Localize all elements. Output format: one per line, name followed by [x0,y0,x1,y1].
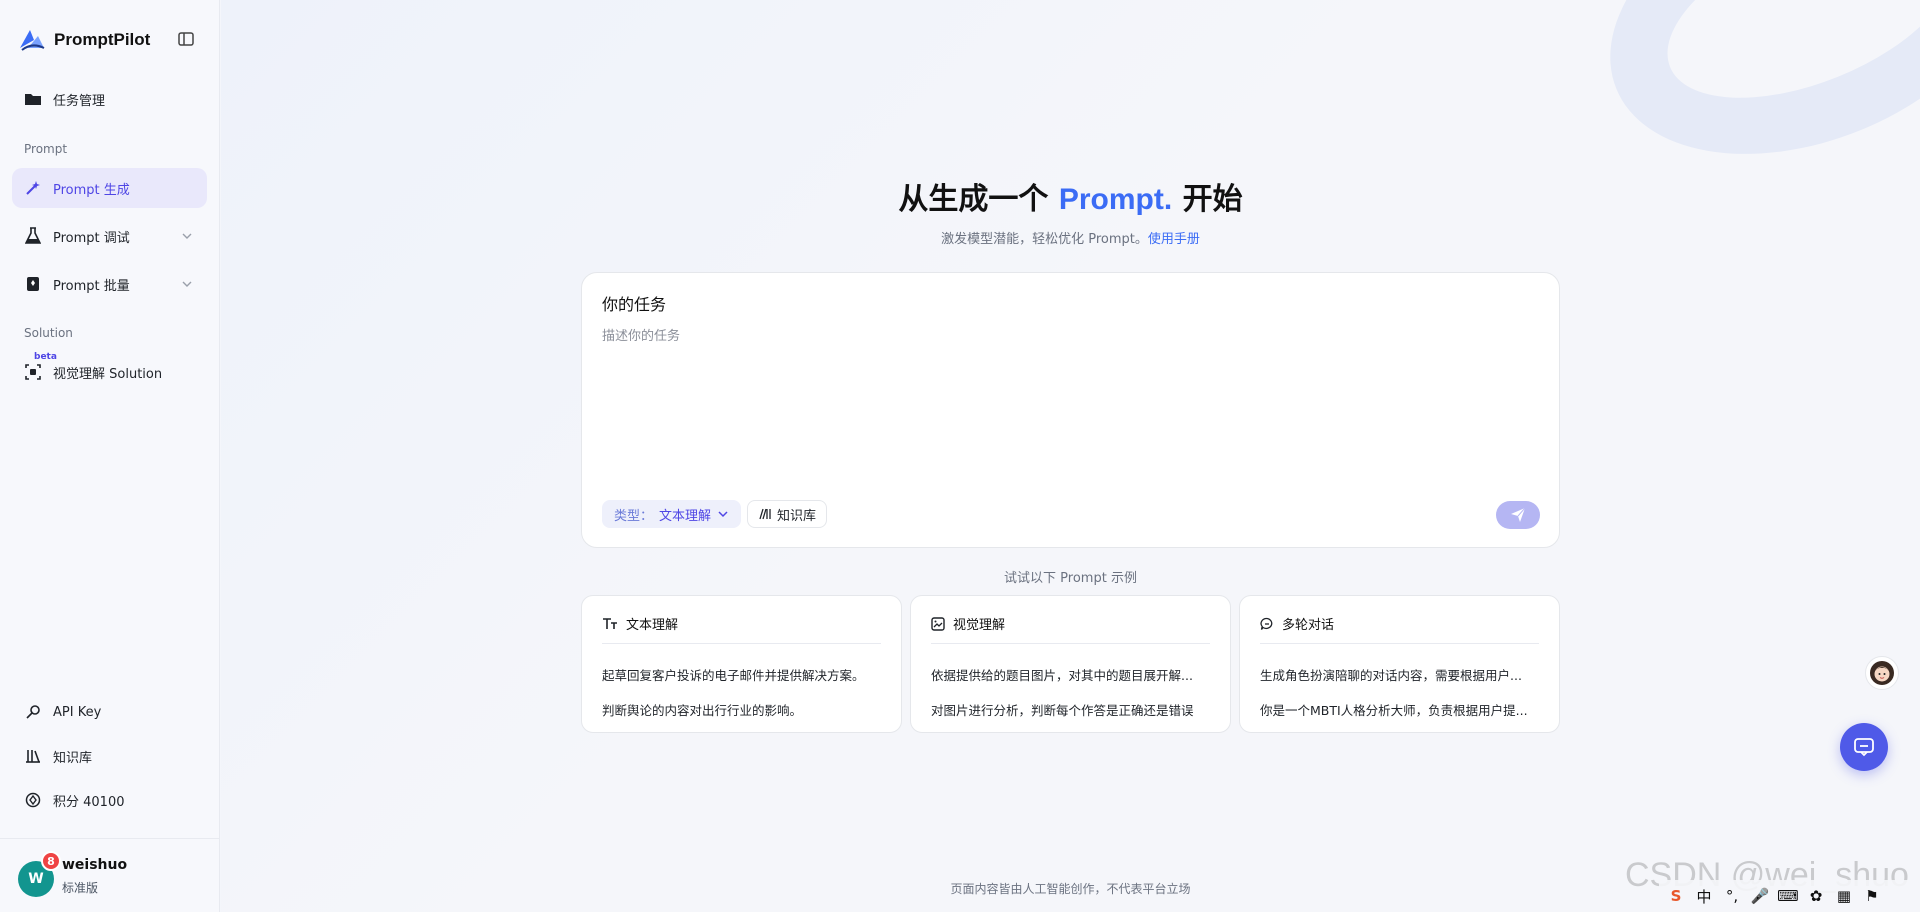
manual-link[interactable]: 使用手册 [1148,232,1200,247]
example-card-title: 视觉理解 [953,618,1006,633]
main-content: 从生成一个 Prompt. 开始 激发模型潜能，轻松优化 Prompt。使用手册… [221,0,1920,912]
sidebar-item-knowledge-base[interactable]: 知识库 [12,736,207,776]
magic-wand-icon [24,179,42,197]
example-prompt-item[interactable]: 对图片进行分析，判断每个作答是正确还是错误 [931,700,1212,719]
ime-logo-icon[interactable]: S [1667,887,1685,905]
example-card-title: 文本理解 [626,618,679,633]
example-card-header: 多轮对话 [1260,614,1334,633]
section-label-prompt: Prompt [24,142,68,156]
divider [1260,643,1539,644]
user-profile[interactable]: W 8 weishuo 标准版 [0,838,220,912]
example-prompt-item[interactable]: 你是一个MBTI人格分析大师，负责根据用户提... [1260,700,1541,719]
sidebar-item-label: 任务管理 [53,93,106,109]
sidebar-item-label: 视觉理解 Solution [53,366,163,382]
sidebar-item-label: API Key [53,704,102,720]
notification-badge: 8 [41,851,61,871]
example-card-title: 多轮对话 [1282,618,1335,633]
assistant-avatar-button[interactable] [1865,656,1899,690]
title-suffix: 开始 [1182,182,1243,217]
scan-box-icon [24,363,42,381]
brand-name: PromptPilot [54,30,151,49]
books-icon [759,508,771,520]
knowledge-base-button[interactable]: 知识库 [747,500,828,528]
example-prompt-item[interactable]: 起草回复客户投诉的电子邮件并提供解决方案。 [602,665,883,684]
sidebar-collapse-button[interactable] [176,30,198,50]
skin-icon[interactable]: ✿ [1807,887,1825,905]
page-subtitle: 激发模型潜能，轻松优化 Prompt。使用手册 [221,228,1920,247]
sidebar-item-label: 知识库 [53,750,93,766]
key-icon [24,703,42,721]
toolbox-icon[interactable]: ▦ [1835,887,1853,905]
task-input[interactable] [602,325,1542,465]
ime-language-toggle[interactable]: 中 [1695,886,1713,907]
task-label: 你的任务 [602,295,667,314]
sidebar-item-label: Prompt 批量 [53,278,130,294]
microphone-icon[interactable]: 🎤 [1751,887,1770,905]
chat-bubble-icon [1260,617,1273,630]
user-plan: 标准版 [62,881,99,895]
knowledge-base-label: 知识库 [777,508,817,524]
example-card-text[interactable]: 文本理解 起草回复客户投诉的电子邮件并提供解决方案。 判断舆论的内容对出行行业的… [581,595,902,733]
sidebar-item-prompt-generate[interactable]: Prompt 生成 [12,168,207,208]
paper-plane-icon [1511,507,1526,522]
folder-icon [24,90,42,108]
example-prompt-item[interactable]: 判断舆论的内容对出行行业的影响。 [602,700,883,719]
example-card-vision[interactable]: 视觉理解 依据提供给的题目图片，对其中的题目展开解... 对图片进行分析，判断每… [910,595,1231,733]
divider [931,643,1210,644]
chevron-down-icon [182,233,192,239]
punctuation-icon[interactable]: °, [1723,887,1741,905]
sidebar-item-api-key[interactable]: API Key [12,692,207,732]
sidebar-item-prompt-debug[interactable]: Prompt 调试 [12,216,207,256]
send-button[interactable] [1496,501,1540,529]
sidebar-item-label: Prompt 调试 [53,230,130,246]
system-tray: S 中 °, 🎤 ⌨ ✿ ▦ ⚑ [1659,880,1920,912]
chevron-down-icon [182,281,192,287]
example-card-header: 视觉理解 [931,614,1005,633]
coin-icon [24,791,42,809]
flag-icon[interactable]: ⚑ [1863,887,1881,905]
chat-icon [1854,738,1874,757]
sidebar-item-vision-solution[interactable]: 视觉理解 Solution [12,352,207,392]
divider [602,643,881,644]
keyboard-icon[interactable]: ⌨ [1777,887,1799,905]
pilot-logo-icon [20,30,45,51]
examples-label: 试试以下 Prompt 示例 [1004,571,1137,586]
page-title: 从生成一个 Prompt. 开始 [221,174,1920,218]
task-card: 你的任务 类型： 文本理解 知识库 [581,272,1560,548]
chevron-down-icon [718,511,728,518]
type-key: 类型： [614,508,654,524]
example-prompt-item[interactable]: 依据提供给的题目图片，对其中的题目展开解... [931,665,1212,684]
example-prompt-item[interactable]: 生成角色扮演陪聊的对话内容，需要根据用户... [1260,665,1541,684]
batch-doc-icon [24,275,42,293]
sidebar-item-prompt-batch[interactable]: Prompt 批量 [12,264,207,304]
books-icon [24,747,42,765]
sidebar: PromptPilot 任务管理 Prompt Prompt 生成 Prompt… [0,0,220,912]
image-icon [931,616,945,631]
type-value: 文本理解 [659,508,712,524]
title-accent: Prompt. [1058,183,1173,216]
sidebar-item-label: Prompt 生成 [53,182,130,198]
type-select[interactable]: 类型： 文本理解 [602,500,742,528]
sidebar-collapse-icon [178,32,194,46]
example-card-header: 文本理解 [602,614,678,633]
text-type-icon [603,617,617,629]
sidebar-item-points[interactable]: 积分 40100 [12,780,207,820]
sidebar-item-label: 积分 40100 [53,794,125,810]
section-label-solution: Solution [24,326,73,340]
sidebar-item-task-management[interactable]: 任务管理 [12,79,207,119]
assistant-avatar-icon [1870,661,1894,685]
brand-logo[interactable]: PromptPilot [18,26,198,54]
title-prefix: 从生成一个 [898,182,1049,217]
subtitle-text: 激发模型潜能，轻松优化 Prompt。 [941,232,1148,247]
user-name: weishuo [62,857,128,873]
chat-support-button[interactable] [1840,723,1888,771]
flask-icon [24,227,42,245]
example-card-multi-turn[interactable]: 多轮对话 生成角色扮演陪聊的对话内容，需要根据用户... 你是一个MBTI人格分… [1239,595,1560,733]
